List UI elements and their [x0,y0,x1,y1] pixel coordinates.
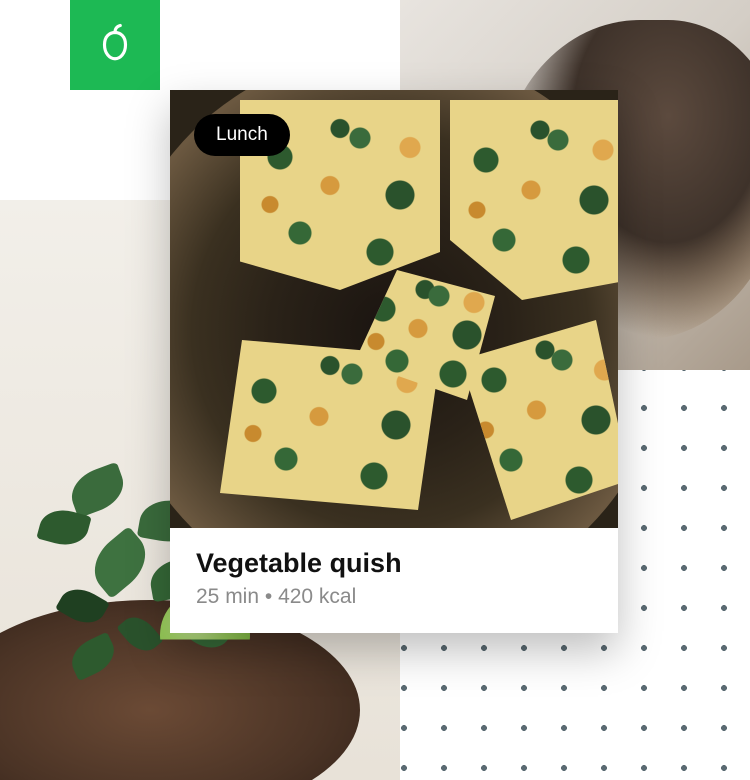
recipe-card[interactable]: Lunch Vegetable quish 25 min • 420 kcal [170,90,618,633]
apple-icon [94,22,136,69]
recipe-duration: 25 min [196,585,259,608]
recipe-info: Vegetable quish 25 min • 420 kcal [170,528,618,633]
app-logo-badge[interactable] [70,0,160,90]
meal-type-label: Lunch [216,124,268,145]
meal-type-badge: Lunch [194,114,290,156]
recipe-meta: 25 min • 420 kcal [196,585,592,609]
recipe-title: Vegetable quish [196,548,592,579]
recipe-calories: 420 kcal [278,585,356,608]
meta-separator: • [259,585,278,608]
recipe-image: Lunch [170,90,618,528]
